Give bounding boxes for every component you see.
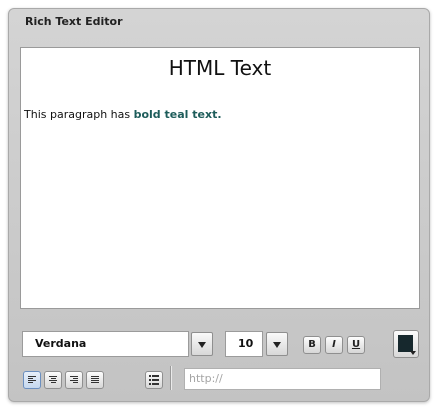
align-justify-icon: [91, 376, 99, 384]
window-title: Rich Text Editor: [25, 15, 123, 28]
font-size-value: 10: [238, 337, 254, 350]
font-size-dropdown-button[interactable]: [266, 332, 288, 356]
editor-heading[interactable]: HTML Text: [21, 56, 419, 80]
font-size-select[interactable]: 10: [225, 331, 263, 357]
align-right-button[interactable]: [65, 371, 83, 389]
align-center-button[interactable]: [44, 371, 62, 389]
bold-teal-text: bold teal text.: [133, 108, 222, 121]
bold-button[interactable]: B: [303, 336, 321, 354]
editor-paragraph[interactable]: This paragraph has bold teal text.: [24, 108, 222, 121]
toolbar-separator: [170, 366, 171, 390]
italic-button[interactable]: I: [325, 336, 343, 354]
bullet-list-icon: [149, 375, 159, 385]
paragraph-text: This paragraph has: [24, 108, 134, 121]
text-color-picker[interactable]: [393, 330, 419, 358]
underline-button[interactable]: U: [347, 336, 365, 354]
align-center-icon: [49, 376, 57, 384]
font-family-select[interactable]: Verdana: [22, 331, 189, 357]
link-url-input[interactable]: http://: [184, 368, 381, 390]
align-justify-button[interactable]: [86, 371, 104, 389]
align-left-icon: [28, 376, 36, 384]
bullet-list-button[interactable]: [145, 371, 163, 389]
editor-area[interactable]: HTML Text This paragraph has bold teal t…: [20, 47, 420, 309]
align-right-icon: [70, 376, 78, 384]
color-dropdown-icon: [410, 351, 416, 355]
font-family-dropdown-button[interactable]: [191, 332, 213, 356]
align-left-button[interactable]: [23, 371, 41, 389]
text-color-chip: [398, 335, 413, 352]
font-family-value: Verdana: [35, 337, 87, 350]
